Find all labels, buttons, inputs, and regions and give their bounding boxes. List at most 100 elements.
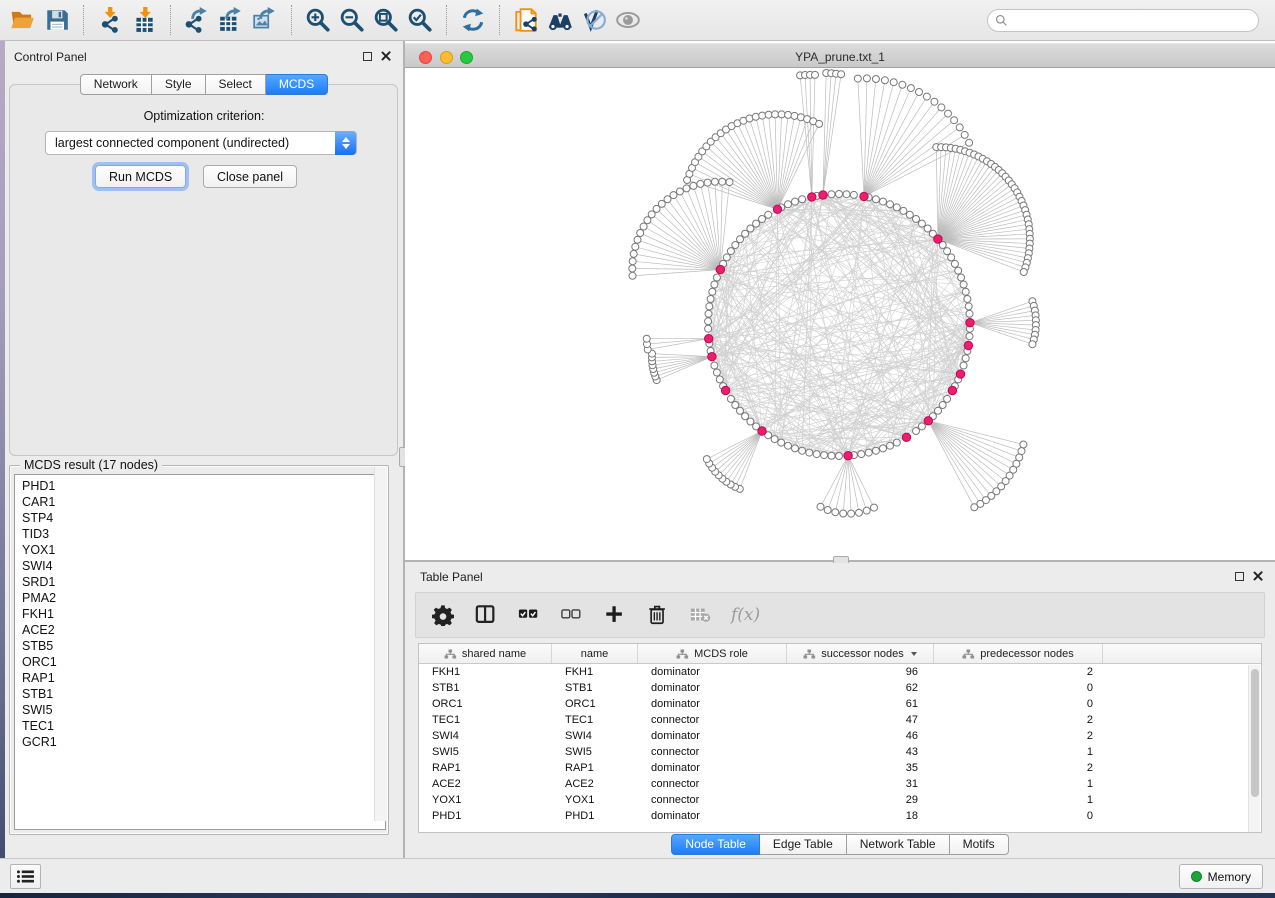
- mcds-result-item[interactable]: YOX1: [22, 542, 385, 558]
- cell-shared-name: RAP1: [419, 760, 552, 776]
- table-row[interactable]: FKH1FKH1dominator962: [419, 664, 1261, 680]
- table-row[interactable]: TEC1TEC1connector472: [419, 712, 1261, 728]
- search-icon: [995, 14, 1008, 27]
- mcds-result-item[interactable]: TID3: [22, 526, 385, 542]
- columns-icon[interactable]: [473, 602, 499, 628]
- column-header-name[interactable]: name: [552, 644, 638, 663]
- mcds-result-item[interactable]: STB5: [22, 638, 385, 654]
- cell-name: STB1: [552, 680, 638, 696]
- mcds-result-item[interactable]: STB1: [22, 686, 385, 702]
- search-input[interactable]: [1008, 12, 1258, 30]
- refresh-icon[interactable]: [456, 4, 490, 36]
- cell-shared-name: SWI5: [419, 744, 552, 760]
- network-graph[interactable]: [406, 69, 1275, 560]
- close-panel-icon[interactable]: [381, 51, 391, 61]
- run-mcds-button[interactable]: Run MCDS: [95, 165, 186, 188]
- cell-successor-nodes: 61: [787, 696, 934, 712]
- binoculars-icon[interactable]: [543, 4, 577, 36]
- mcds-result-item[interactable]: SRD1: [22, 574, 385, 590]
- mcds-result-list[interactable]: PHD1CAR1STP4TID3YOX1SWI4SRD1PMA2FKH1ACE2…: [14, 474, 386, 830]
- column-header-MCDS-role[interactable]: MCDS role: [638, 644, 787, 663]
- mcds-result-item[interactable]: ACE2: [22, 622, 385, 638]
- table-row[interactable]: STB1STB1dominator620: [419, 680, 1261, 696]
- tab-select[interactable]: Select: [206, 74, 266, 95]
- import-table-icon[interactable]: [127, 4, 161, 36]
- column-header-predecessor-nodes[interactable]: predecessor nodes: [934, 644, 1103, 663]
- function-builder-icon: f(x): [731, 605, 760, 625]
- network-canvas[interactable]: [406, 69, 1275, 560]
- cell-predecessor-nodes: 2: [934, 712, 1103, 728]
- tab-motifs[interactable]: Motifs: [950, 834, 1009, 855]
- share-document-icon[interactable]: [509, 4, 543, 36]
- zoom-fit-icon[interactable]: [369, 4, 403, 36]
- table-row[interactable]: SWI4SWI4dominator462: [419, 728, 1261, 744]
- mcds-result-item[interactable]: SWI5: [22, 702, 385, 718]
- table-row[interactable]: YOX1YOX1connector291: [419, 792, 1261, 808]
- zoom-in-icon[interactable]: [301, 4, 335, 36]
- column-header-shared-name[interactable]: shared name: [419, 644, 552, 663]
- mcds-result-item[interactable]: FKH1: [22, 606, 385, 622]
- gear-icon[interactable]: [430, 602, 456, 628]
- zoom-out-icon[interactable]: [335, 4, 369, 36]
- mcds-result-item[interactable]: SWI4: [22, 558, 385, 574]
- uncheck-pair-icon[interactable]: [559, 602, 585, 628]
- export-image-icon[interactable]: [248, 4, 282, 36]
- table-row[interactable]: PHD1PHD1dominator180: [419, 808, 1261, 824]
- cell-predecessor-nodes: 0: [934, 696, 1103, 712]
- check-pair-icon[interactable]: [516, 602, 542, 628]
- search-field[interactable]: [987, 9, 1259, 32]
- close-panel-button[interactable]: Close panel: [203, 165, 297, 188]
- memory-label: Memory: [1208, 870, 1251, 884]
- table-scrollbar[interactable]: [1248, 665, 1260, 833]
- task-history-button[interactable]: [10, 864, 41, 889]
- open-folder-icon[interactable]: [6, 4, 40, 36]
- mcds-result-item[interactable]: GCR1: [22, 734, 385, 750]
- mcds-result-item[interactable]: PHD1: [22, 478, 385, 494]
- eye-icon[interactable]: [611, 4, 645, 36]
- toolbar-separator: [446, 5, 447, 35]
- table-row[interactable]: RAP1RAP1dominator352: [419, 760, 1261, 776]
- hide-details-icon[interactable]: [577, 4, 611, 36]
- table-row[interactable]: ORC1ORC1dominator610: [419, 696, 1261, 712]
- optimization-select[interactable]: largest connected component (undirected): [45, 131, 357, 155]
- save-icon[interactable]: [40, 4, 74, 36]
- tab-mcds[interactable]: MCDS: [266, 74, 328, 95]
- column-header-successor-nodes[interactable]: successor nodes: [787, 644, 934, 663]
- tab-edge-table[interactable]: Edge Table: [760, 834, 847, 855]
- tree-icon: [676, 649, 689, 659]
- memory-button[interactable]: Memory: [1179, 864, 1263, 889]
- table-row[interactable]: ACE2ACE2connector311: [419, 776, 1261, 792]
- cell-name: SWI4: [552, 728, 638, 744]
- mcds-result-item[interactable]: RAP1: [22, 670, 385, 686]
- plus-icon[interactable]: [602, 602, 628, 628]
- cell-predecessor-nodes: 1: [934, 776, 1103, 792]
- close-table-panel-icon[interactable]: [1253, 571, 1263, 581]
- cell-successor-nodes: 35: [787, 760, 934, 776]
- export-table-icon[interactable]: [214, 4, 248, 36]
- float-table-panel-icon[interactable]: [1235, 572, 1244, 581]
- tab-style[interactable]: Style: [152, 74, 206, 95]
- table-scrollbar-thumb[interactable]: [1251, 669, 1259, 797]
- tab-network[interactable]: Network: [80, 74, 152, 95]
- zoom-selected-icon[interactable]: [403, 4, 437, 36]
- mcds-result-item[interactable]: PMA2: [22, 590, 385, 606]
- mcds-result-item[interactable]: TEC1: [22, 718, 385, 734]
- status-bar: Memory: [0, 858, 1275, 893]
- toolbar-separator: [170, 5, 171, 35]
- table-row[interactable]: SWI5SWI5connector431: [419, 744, 1261, 760]
- trash-icon[interactable]: [645, 602, 671, 628]
- float-panel-icon[interactable]: [363, 52, 372, 61]
- list-icon: [16, 869, 35, 884]
- mcds-result-item[interactable]: ORC1: [22, 654, 385, 670]
- cell-shared-name: SWI4: [419, 728, 552, 744]
- mcds-list-scrollbar[interactable]: [374, 467, 387, 821]
- cell-successor-nodes: 96: [787, 664, 934, 680]
- mcds-result-item[interactable]: STP4: [22, 510, 385, 526]
- tab-node-table[interactable]: Node Table: [671, 834, 760, 855]
- tab-network-table[interactable]: Network Table: [847, 834, 950, 855]
- mcds-result-item[interactable]: CAR1: [22, 494, 385, 510]
- export-network-icon[interactable]: [180, 4, 214, 36]
- tree-icon: [962, 649, 975, 659]
- cell-MCDS-role: dominator: [638, 696, 787, 712]
- import-network-icon[interactable]: [93, 4, 127, 36]
